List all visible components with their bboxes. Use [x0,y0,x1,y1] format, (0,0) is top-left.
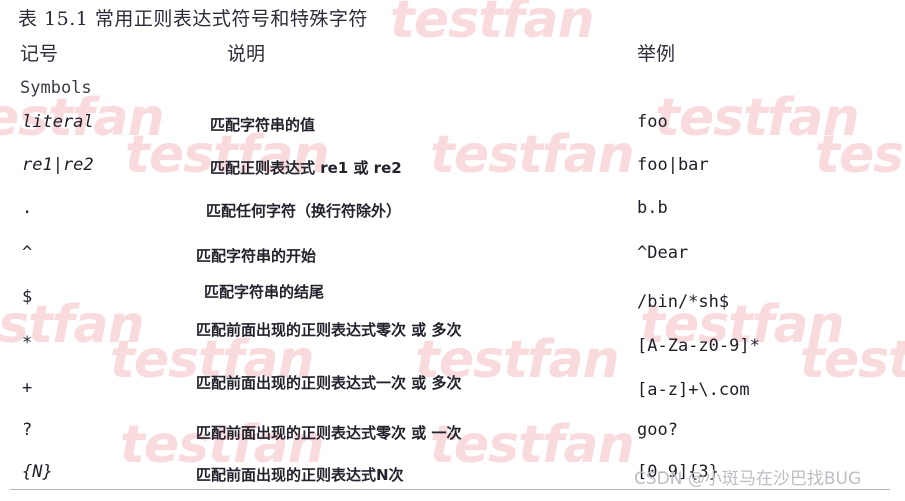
bottom-divider [10,489,890,490]
table-row-example: [A-Za-z0-9]* [637,336,760,356]
table-row-symbol: literal [22,112,94,132]
table-row-symbol: {N} [22,462,53,482]
table-row-symbol: $ [22,287,33,307]
table-row-description: 匹配前面出现的正则表达式N次 [196,466,404,484]
column-header-notation: 记号 [20,43,59,65]
table-row-symbol: ^ [22,243,33,263]
table-row-example: /bin/*sh$ [637,292,730,312]
table-content: 表 15.1 常用正则表达式符号和特殊字符 记号 说明 举例 Symbols l… [0,0,905,501]
table-row-example: [a-z]+\.com [637,380,750,400]
table-row-description: 匹配字符串的开始 [196,247,317,265]
table-row-description: 匹配字符串的值 [210,116,316,134]
table-row-description: 匹配前面出现的正则表达式零次 或 多次 [196,321,462,339]
page-title: 表 15.1 常用正则表达式符号和特殊字符 [18,8,368,30]
table-row-symbol: . [22,198,33,218]
table-row-symbol: re1|re2 [22,155,94,175]
table-row-description: 匹配正则表达式 re1 或 re2 [210,159,402,177]
table-row-example: foo|bar [637,155,709,175]
table-row-symbol: ? [22,420,33,440]
table-row-description: 匹配前面出现的正则表达式一次 或 多次 [196,374,462,392]
table-row-example: b.b [637,198,668,218]
table-row-example: ^Dear [637,243,689,263]
column-header-example: 举例 [637,43,676,65]
table-row-description: 匹配任何字符（换行符除外） [206,202,402,220]
table-row-description: 匹配前面出现的正则表达式零次 或 一次 [196,424,462,442]
document-page: testfan testfan testfan testfan testfan … [0,0,905,501]
table-row-description: 匹配字符串的结尾 [204,283,325,301]
group-label-symbols: Symbols [20,78,92,98]
table-row-example: foo [637,112,668,132]
column-header-description: 说明 [227,43,266,65]
table-row-symbol: + [22,378,33,398]
table-row-example: goo? [637,420,678,440]
table-row-symbol: * [22,333,33,353]
csdn-watermark: CSDN @小斑马在沙巴找BUG [634,469,862,489]
